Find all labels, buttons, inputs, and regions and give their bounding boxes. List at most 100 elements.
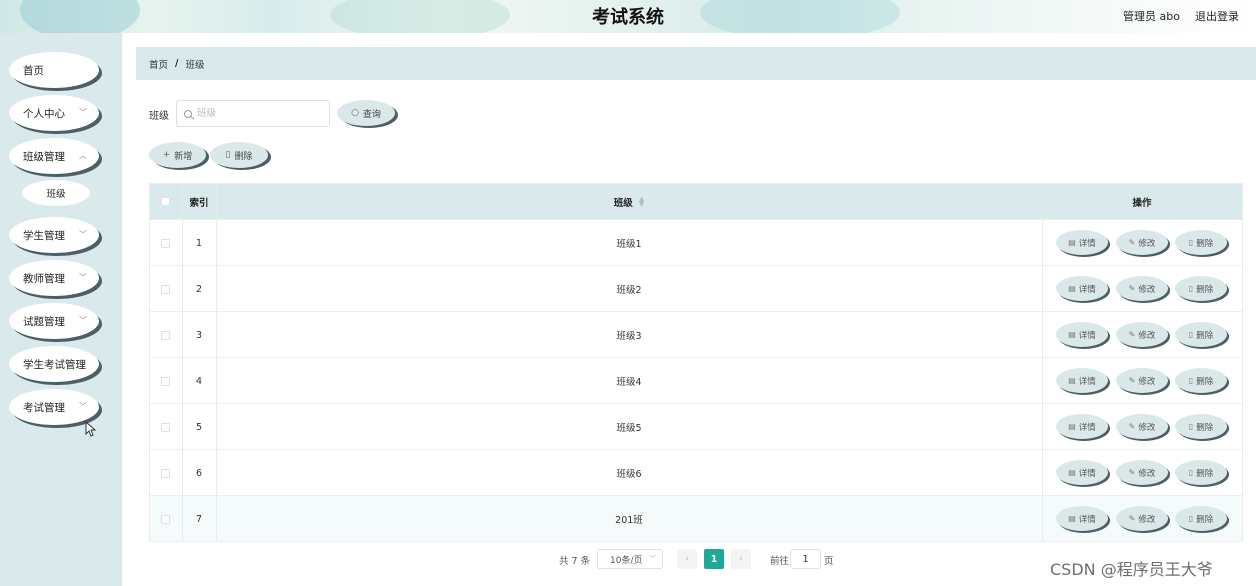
goto-label: 前往 <box>770 556 790 567</box>
row-checkbox[interactable] <box>161 514 170 524</box>
trash-icon: ▯ <box>1188 238 1194 247</box>
delete-button[interactable]: ▯ 删除 <box>210 142 268 168</box>
page-size-value: 10条/页 <box>610 555 643 566</box>
sidebar-item-teacher-management[interactable]: 教师管理 ﹀ <box>9 260 99 296</box>
table-divider <box>1042 183 1043 541</box>
row-class-name: 班级2 <box>616 285 642 296</box>
sidebar-item-student-management[interactable]: 学生管理 ﹀ <box>9 217 99 253</box>
sidebar-item-label: 教师管理 <box>23 272 65 285</box>
row-delete-button[interactable]: ▯ 删除 <box>1175 506 1227 531</box>
sidebar-item-label: 班级管理 <box>23 150 65 163</box>
edit-button[interactable]: ✎ 修改 <box>1116 506 1168 531</box>
pencil-icon: ✎ <box>1128 330 1136 339</box>
query-button-label: 查询 <box>362 109 381 120</box>
sidebar-item-label: 学生考试管理 <box>23 358 86 371</box>
page-size-select[interactable]: 10条/页 ﹀ <box>597 549 663 569</box>
prev-page-button[interactable]: ‹ <box>677 549 697 569</box>
sidebar-item-label: 考试管理 <box>23 401 65 414</box>
document-icon: ▤ <box>1068 514 1076 523</box>
detail-button[interactable]: ▤ 详情 <box>1056 368 1108 393</box>
detail-button-label: 详情 <box>1078 376 1096 387</box>
sidebar-item-student-exam-management[interactable]: 学生考试管理 <box>9 346 99 382</box>
row-class-name: 班级3 <box>616 331 642 342</box>
sort-icon[interactable]: ▲ ▼ <box>639 195 644 207</box>
sidebar-subitem-class[interactable]: 班级 <box>22 180 90 206</box>
sidebar-item-home[interactable]: 首页 <box>9 52 99 88</box>
app-title: 考试系统 <box>592 7 664 28</box>
detail-button[interactable]: ▤ 详情 <box>1056 414 1108 439</box>
edit-button[interactable]: ✎ 修改 <box>1116 230 1168 255</box>
column-header-actions: 操作 <box>1132 197 1152 209</box>
detail-button[interactable]: ▤ 详情 <box>1056 460 1108 485</box>
logout-link[interactable]: 退出登录 <box>1195 8 1239 24</box>
trash-icon: ▯ <box>1188 376 1194 385</box>
sidebar-item-class-management[interactable]: 班级管理 ︿ <box>9 138 99 174</box>
sidebar-item-label: 试题管理 <box>23 315 65 328</box>
detail-button[interactable]: ▤ 详情 <box>1056 276 1108 301</box>
sidebar-subitem-label: 班级 <box>46 189 66 200</box>
row-delete-button[interactable]: ▯ 删除 <box>1175 368 1227 393</box>
trash-icon: ▯ <box>1188 330 1194 339</box>
row-index: 3 <box>195 329 203 341</box>
row-checkbox[interactable] <box>161 422 170 432</box>
column-header-label: 班级 <box>613 197 633 209</box>
row-delete-button[interactable]: ▯ 删除 <box>1175 230 1227 255</box>
edit-button[interactable]: ✎ 修改 <box>1116 414 1168 439</box>
edit-button[interactable]: ✎ 修改 <box>1116 368 1168 393</box>
edit-button-label: 修改 <box>1138 468 1156 479</box>
page-number-current[interactable]: 1 <box>704 549 724 569</box>
edit-button[interactable]: ✎ 修改 <box>1116 460 1168 485</box>
query-button[interactable]: ○ 查询 <box>337 100 395 126</box>
search-label: 班级 <box>149 111 169 122</box>
row-delete-button[interactable]: ▯ 删除 <box>1175 414 1227 439</box>
row-checkbox[interactable] <box>161 376 170 386</box>
edit-button[interactable]: ✎ 修改 <box>1116 276 1168 301</box>
detail-button[interactable]: ▤ 详情 <box>1056 230 1108 255</box>
document-icon: ▤ <box>1068 468 1076 477</box>
detail-button-label: 详情 <box>1078 284 1096 295</box>
watermark: CSDN @程序员王大爷 <box>1050 560 1213 579</box>
column-header-class[interactable]: 班级 ▲ ▼ <box>216 183 1042 220</box>
sidebar-item-question-management[interactable]: 试题管理 ﹀ <box>9 303 99 339</box>
pencil-icon: ✎ <box>1128 514 1136 523</box>
next-page-button[interactable]: › <box>731 549 751 569</box>
chevron-down-icon: ﹀ <box>79 316 87 325</box>
row-delete-button-label: 删除 <box>1196 468 1214 479</box>
breadcrumb: 首页 / 班级 <box>136 47 1256 80</box>
row-delete-button-label: 删除 <box>1196 284 1214 295</box>
row-select-cell <box>149 404 182 450</box>
row-checkbox[interactable] <box>161 330 170 340</box>
row-delete-button[interactable]: ▯ 删除 <box>1175 276 1227 301</box>
sidebar-item-profile[interactable]: 个人中心 ﹀ <box>9 95 99 131</box>
detail-button-label: 详情 <box>1078 330 1096 341</box>
breadcrumb-home[interactable]: 首页 <box>149 57 168 71</box>
document-icon: ▤ <box>1068 284 1076 293</box>
breadcrumb-separator: / <box>175 58 179 69</box>
row-checkbox[interactable] <box>161 284 170 294</box>
row-checkbox[interactable] <box>161 238 170 248</box>
search-input[interactable] <box>197 108 317 119</box>
edit-button[interactable]: ✎ 修改 <box>1116 322 1168 347</box>
column-header-index: 索引 <box>189 197 209 209</box>
sidebar-item-label: 首页 <box>23 64 44 77</box>
edit-button-label: 修改 <box>1138 330 1156 341</box>
goto-page-input[interactable] <box>790 549 821 569</box>
add-button[interactable]: + 新增 <box>149 142 206 168</box>
detail-button-label: 详情 <box>1078 238 1096 249</box>
detail-button[interactable]: ▤ 详情 <box>1056 322 1108 347</box>
edit-button-label: 修改 <box>1138 422 1156 433</box>
row-index: 6 <box>195 467 203 479</box>
search-field[interactable] <box>176 100 330 127</box>
row-class-name: 班级5 <box>616 423 642 434</box>
select-all-checkbox[interactable] <box>161 197 170 206</box>
top-header: 考试系统 管理员 abo 退出登录 <box>0 0 1256 33</box>
sidebar-item-exam-management[interactable]: 考试管理 ﹀ <box>9 389 99 425</box>
row-checkbox[interactable] <box>161 468 170 478</box>
row-delete-button[interactable]: ▯ 删除 <box>1175 322 1227 347</box>
row-select-cell <box>149 358 182 404</box>
pencil-icon: ✎ <box>1128 238 1136 247</box>
row-index: 4 <box>195 375 203 387</box>
row-delete-button[interactable]: ▯ 删除 <box>1175 460 1227 485</box>
page-unit-label: 页 <box>824 556 834 567</box>
detail-button[interactable]: ▤ 详情 <box>1056 506 1108 531</box>
